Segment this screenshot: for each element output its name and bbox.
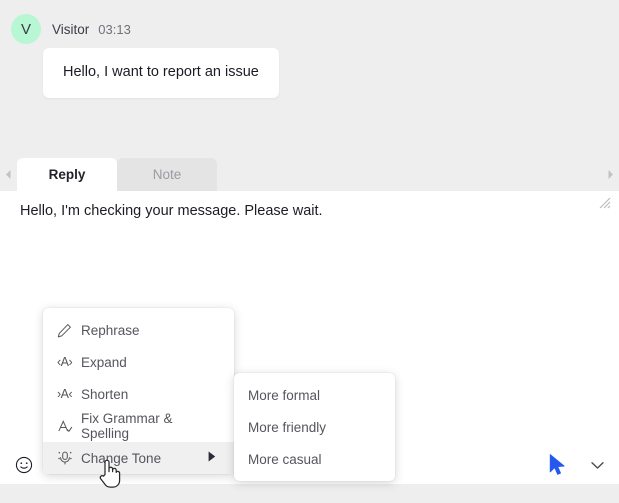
submenu-item-more-casual-label: More casual — [248, 451, 322, 467]
message-timestamp: 03:13 — [98, 21, 131, 37]
resize-grip-icon — [599, 197, 611, 209]
menu-item-expand-label: Expand — [81, 354, 127, 370]
ai-assist-menu: Rephrase ‹A› Expand ›A‹ Shorten Fix Gram… — [43, 308, 234, 474]
message-bubble: Hello, I want to report an issue — [43, 48, 279, 98]
menu-item-change-tone[interactable]: Change Tone — [43, 442, 234, 474]
tab-reply-label: Reply — [48, 167, 86, 182]
change-tone-icon — [57, 450, 81, 466]
menu-item-change-tone-label: Change Tone — [81, 450, 162, 466]
menu-item-shorten-label: Shorten — [81, 386, 129, 402]
pencil-icon — [57, 323, 81, 338]
send-cursor-icon — [549, 454, 565, 475]
message-header: V Visitor 03:13 — [11, 14, 131, 44]
emoji-button[interactable] — [11, 452, 37, 478]
submenu-item-more-formal-label: More formal — [248, 387, 321, 403]
chevron-left-icon — [6, 170, 11, 179]
send-options-button[interactable] — [587, 455, 607, 475]
editor-resize-handle[interactable] — [599, 196, 611, 209]
grammar-check-icon — [57, 419, 81, 434]
reply-editor-text: Hello, I'm checking your message. Please… — [20, 203, 323, 219]
tabbar-scroll-left-button[interactable] — [0, 158, 17, 191]
menu-item-rephrase[interactable]: Rephrase — [43, 314, 234, 346]
shorten-text-icon: ›A‹ — [57, 387, 73, 401]
conversation-area: V Visitor 03:13 Hello, I want to report … — [0, 0, 619, 150]
composer-tabbar: Reply Note — [0, 158, 619, 191]
composer-footer-right — [545, 452, 607, 478]
submenu-item-more-casual[interactable]: More casual — [234, 443, 395, 475]
menu-item-expand[interactable]: ‹A› Expand — [43, 346, 234, 378]
send-button[interactable] — [545, 452, 571, 478]
tabbar-scroll-right-button[interactable] — [602, 158, 619, 191]
tab-note[interactable]: Note — [117, 158, 217, 191]
avatar: V — [11, 14, 41, 44]
tab-reply[interactable]: Reply — [17, 158, 117, 191]
submenu-item-more-friendly-label: More friendly — [248, 419, 327, 435]
sender-name: Visitor — [52, 21, 90, 37]
menu-item-fix-grammar-label: Fix Grammar & Spelling — [81, 411, 173, 441]
menu-item-shorten[interactable]: ›A‹ Shorten — [43, 378, 234, 410]
expand-text-icon: ‹A› — [57, 355, 73, 369]
chevron-down-icon — [590, 461, 604, 469]
emoji-smiley-icon — [15, 456, 33, 474]
menu-item-fix-grammar[interactable]: Fix Grammar & Spelling — [43, 410, 234, 442]
menu-item-rephrase-label: Rephrase — [81, 322, 140, 338]
submenu-item-more-friendly[interactable]: More friendly — [234, 411, 395, 443]
chevron-right-icon — [608, 170, 613, 179]
change-tone-submenu: More formal More friendly More casual — [234, 373, 395, 481]
submenu-item-more-formal[interactable]: More formal — [234, 379, 395, 411]
caret-right-icon — [208, 451, 224, 465]
composer-tabs: Reply Note — [17, 158, 217, 191]
tab-note-label: Note — [152, 167, 182, 182]
